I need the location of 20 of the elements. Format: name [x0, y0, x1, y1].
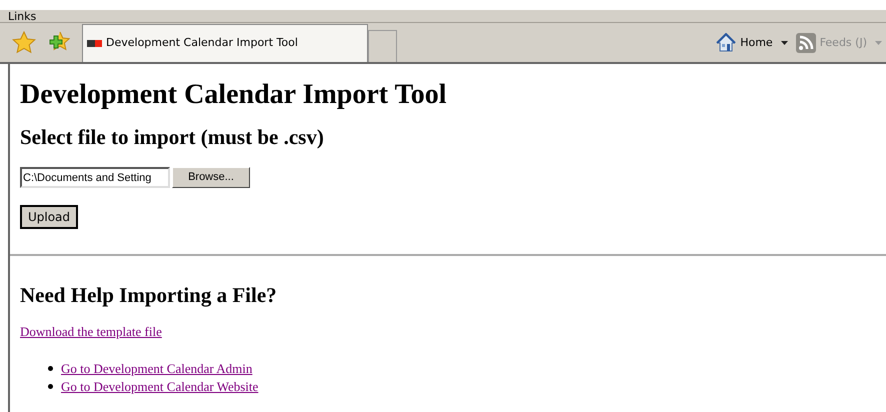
house-icon: [716, 33, 736, 53]
browse-button[interactable]: Browse...: [172, 167, 250, 188]
help-heading: Need Help Importing a File?: [20, 282, 277, 308]
star-icon[interactable]: [12, 31, 36, 55]
upload-button[interactable]: Upload: [20, 205, 78, 229]
page-subtitle: Select file to import (must be .csv): [20, 124, 324, 150]
navigation-link[interactable]: Go to Development Calendar Website: [61, 378, 258, 396]
file-path-field[interactable]: C:\Documents and Setting: [20, 167, 170, 188]
browser-tab[interactable]: Development Calendar Import Tool: [82, 24, 368, 62]
links-label[interactable]: Links: [8, 11, 36, 22]
bullet-icon: [48, 366, 53, 371]
bullet-icon: [48, 384, 53, 389]
home-button[interactable]: Home: [716, 33, 773, 53]
navigation-link[interactable]: Go to Development Calendar Admin: [61, 360, 252, 378]
rss-feed-icon: [796, 33, 816, 53]
template-download-link[interactable]: Download the template file: [20, 322, 162, 342]
caret-icon[interactable]: [780, 41, 788, 45]
page-title: Development Calendar Import Tool: [20, 78, 446, 112]
tab-favicon-icon: [87, 40, 102, 47]
new-tab[interactable]: [368, 30, 397, 62]
